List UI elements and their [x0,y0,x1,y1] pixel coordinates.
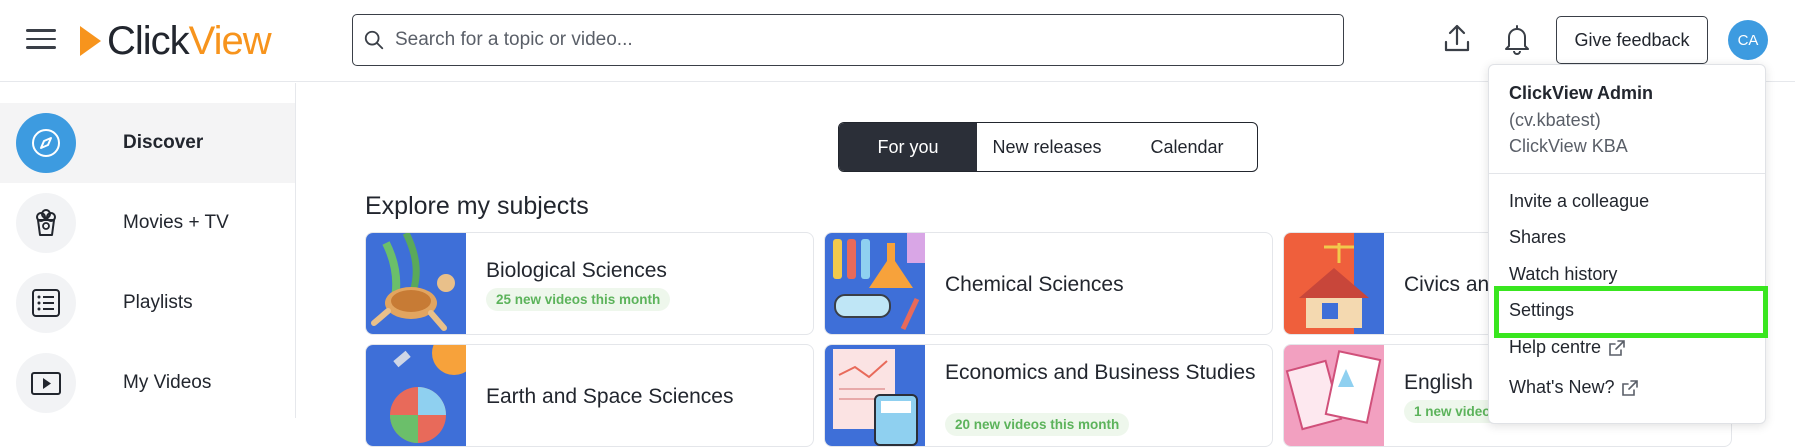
menu-item-whats-new[interactable]: What's New? [1509,377,1640,398]
user-display-name: ClickView Admin [1509,83,1654,103]
sidebar-item-label: Playlists [123,292,193,313]
external-link-icon [1622,379,1639,396]
english-illustration [1284,345,1384,446]
logo-text-click: Click [107,19,190,63]
play-triangle-icon [80,26,101,56]
external-link-icon [1609,339,1625,356]
notifications-bell-icon[interactable] [1502,22,1532,56]
settings-highlight-box [1494,286,1768,338]
new-videos-badge: 1 new video [1404,400,1501,423]
card-title: English [1404,371,1473,394]
give-feedback-button[interactable]: Give feedback [1556,16,1708,64]
card-title: Chemical Sciences [945,273,1124,296]
subject-card-chemical-sciences[interactable]: Chemical Sciences [824,232,1273,335]
card-title: Earth and Space Sciences [486,385,734,408]
tab-new-releases[interactable]: New releases [977,123,1117,171]
user-username: (cv.kbatest) [1509,110,1601,130]
menu-item-shares[interactable]: Shares [1509,227,1566,248]
new-videos-badge: 20 new videos this month [945,413,1130,436]
menu-item-label: What's New? [1509,377,1615,397]
logo-text-view: View [188,19,272,63]
sidebar-item-label: Discover [123,132,204,153]
menu-item-label: Help centre [1509,337,1602,357]
compass-icon [16,113,76,173]
sidebar-nav: Discover Movies + TV Playlists My Videos [0,83,296,418]
clickview-logo[interactable]: ClickView [80,18,272,64]
card-title: Biological Sciences [486,259,667,282]
menu-item-label: Shares [1509,227,1567,247]
sidebar-item-playlists[interactable]: Playlists [0,263,295,343]
section-title: Explore my subjects [365,192,589,220]
discover-tabs: For you New releases Calendar [838,122,1258,172]
menu-divider [1489,173,1765,174]
search-bar[interactable] [352,14,1344,66]
lab-equipment-illustration [825,233,925,334]
sidebar-item-my-videos[interactable]: My Videos [0,343,295,423]
earth-space-illustration [366,345,466,446]
user-menu-dropdown: ClickView Admin (cv.kbatest) ClickView K… [1488,64,1766,424]
tab-for-you[interactable]: For you [839,123,977,171]
menu-item-watch-history[interactable]: Watch history [1509,264,1617,285]
subject-card-biological-sciences[interactable]: Biological Sciences 25 new videos this m… [365,232,814,335]
search-input[interactable] [395,29,1295,51]
card-title: Economics and Business Studies [945,361,1256,384]
menu-item-label: Invite a colleague [1509,191,1650,211]
turtle-illustration [366,233,466,334]
user-avatar[interactable]: CA [1728,20,1768,60]
menu-item-invite-colleague[interactable]: Invite a colleague [1509,191,1649,212]
sidebar-item-label: My Videos [123,372,212,393]
card-title: Civics an [1404,273,1490,296]
subject-card-earth-space-sciences[interactable]: Earth and Space Sciences [365,344,814,447]
search-icon [364,30,384,50]
popcorn-icon [16,193,76,253]
new-videos-badge: 25 new videos this month [486,288,671,311]
economics-illustration [825,345,925,446]
menu-item-label: Watch history [1509,264,1618,284]
play-icon [16,353,76,413]
sidebar-item-label: Movies + TV [123,212,229,233]
subject-card-economics-business[interactable]: Economics and Business Studies 20 new vi… [824,344,1273,447]
sidebar-item-movies-tv[interactable]: Movies + TV [0,183,295,263]
list-icon [16,273,76,333]
hamburger-menu-icon[interactable] [26,25,56,55]
civics-illustration [1284,233,1384,334]
menu-item-help-centre[interactable]: Help centre [1509,337,1627,358]
sidebar-item-discover[interactable]: Discover [0,103,295,183]
upload-icon[interactable] [1442,22,1472,56]
user-organisation: ClickView KBA [1509,136,1628,156]
tab-calendar[interactable]: Calendar [1117,123,1257,171]
